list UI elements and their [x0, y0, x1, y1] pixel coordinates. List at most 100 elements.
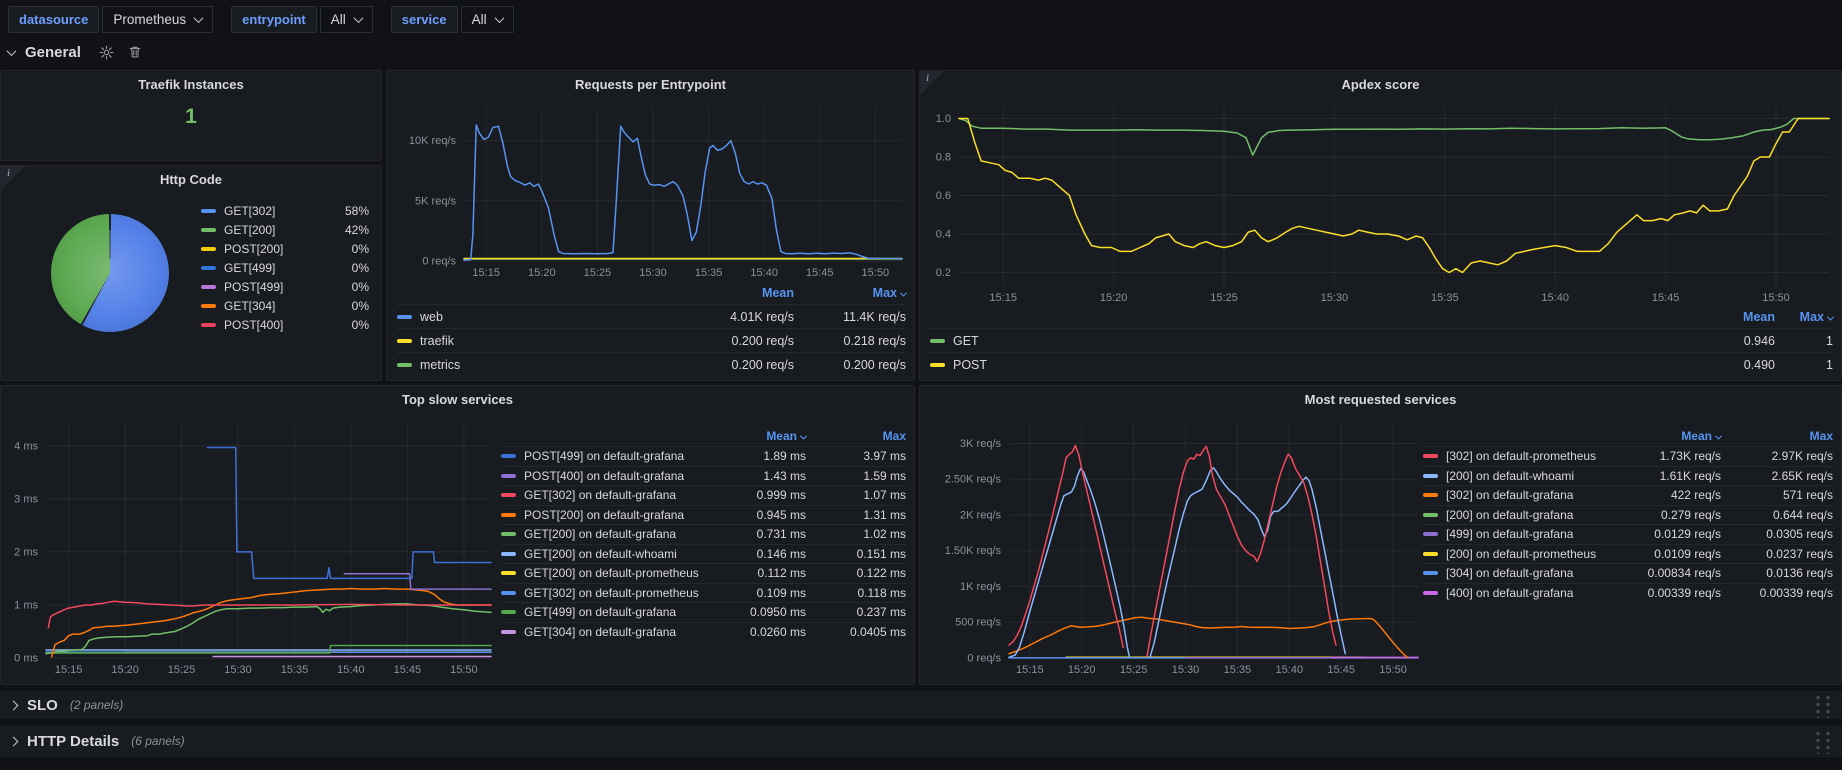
svg-text:1.50K req/s: 1.50K req/s [945, 545, 1002, 557]
legend-row[interactable]: metrics0.200 req/s0.200 req/s [397, 352, 906, 376]
legend-row[interactable]: [302] on default-grafana422 req/s571 req… [1423, 485, 1833, 505]
panel-requests-per-entrypoint: Requests per Entrypoint 0 req/s5K req/s1… [386, 70, 915, 381]
legend-row[interactable]: [200] on default-grafana0.279 req/s0.644… [1423, 505, 1833, 525]
legend-header-max[interactable]: Max [1775, 310, 1833, 324]
legend-row[interactable]: GET[302] on default-grafana0.999 ms1.07 … [501, 485, 906, 505]
panel-title[interactable]: Http Code [1, 166, 381, 192]
svg-text:15:45: 15:45 [806, 267, 834, 279]
series-color-swatch [501, 532, 516, 536]
legend-header: Mean Max [1423, 426, 1833, 446]
legend-row[interactable]: POST[400]0% [201, 315, 369, 334]
legend-header-mean[interactable]: Mean [682, 286, 794, 300]
entrypoint-select[interactable]: All [320, 6, 373, 33]
legend-series-name: GET[200] on default-prometheus [524, 566, 706, 580]
legend-row[interactable]: [200] on default-prometheus0.0109 req/s0… [1423, 544, 1833, 564]
variable-service: service All [391, 6, 514, 33]
drag-handle-icon[interactable] [1812, 692, 1832, 718]
row-http-details[interactable]: HTTP Details (6 panels) [0, 725, 1842, 757]
legend-value: 0% [331, 261, 369, 275]
svg-text:15:25: 15:25 [168, 664, 196, 676]
requests-per-entrypoint-chart[interactable]: 0 req/s5K req/s10K req/s15:1515:2015:251… [391, 99, 908, 281]
legend-header-mean[interactable]: Mean [1609, 429, 1721, 443]
legend-row[interactable]: [304] on default-grafana0.00834 req/s0.0… [1423, 563, 1833, 583]
legend-row[interactable]: GET[200] on default-grafana0.731 ms1.02 … [501, 524, 906, 544]
legend-value: 2.97K req/s [1721, 449, 1833, 463]
http-code-pie-chart[interactable] [51, 214, 169, 332]
legend-value: 0.999 ms [706, 488, 806, 502]
legend-row[interactable]: GET[200] on default-whoami0.146 ms0.151 … [501, 544, 906, 564]
series-color-swatch [501, 630, 516, 634]
legend-value: 0.00339 req/s [1721, 586, 1833, 600]
legend-row[interactable]: web4.01K req/s11.4K req/s [397, 304, 906, 328]
svg-text:1K req/s: 1K req/s [960, 581, 1001, 593]
legend-value: 3.97 ms [806, 449, 906, 463]
legend-row[interactable]: traefik0.200 req/s0.218 req/s [397, 328, 906, 352]
legend-row[interactable]: POST[499] on default-grafana1.89 ms3.97 … [501, 446, 906, 466]
legend-header-mean[interactable]: Mean [1705, 310, 1775, 324]
svg-text:15:15: 15:15 [472, 267, 500, 279]
legend-row[interactable]: POST[200]0% [201, 239, 369, 258]
legend-row[interactable]: GET[200] on default-prometheus0.112 ms0.… [501, 563, 906, 583]
legend-row[interactable]: POST[200] on default-grafana0.945 ms1.31… [501, 505, 906, 525]
panel-title[interactable]: Requests per Entrypoint [387, 71, 914, 97]
panel-title[interactable]: Most requested services [920, 386, 1841, 412]
legend-value: 0.0109 req/s [1609, 547, 1721, 561]
svg-text:15:20: 15:20 [528, 267, 556, 279]
most-requested-services-chart[interactable]: 0 req/s500 req/s1K req/s1.50K req/s2K re… [924, 414, 1424, 678]
series-color-swatch [201, 323, 216, 327]
series-color-swatch [1423, 532, 1438, 536]
legend-row[interactable]: POST[400] on default-grafana1.43 ms1.59 … [501, 466, 906, 486]
legend-row[interactable]: [499] on default-grafana0.0129 req/s0.03… [1423, 524, 1833, 544]
legend-header-max[interactable]: Max [794, 286, 906, 300]
datasource-select[interactable]: Prometheus [102, 6, 213, 33]
legend-value: 0.151 ms [806, 547, 906, 561]
panel-title[interactable]: Traefik Instances [1, 71, 381, 97]
service-select[interactable]: All [461, 6, 514, 33]
legend-row[interactable]: GET[302]58% [201, 201, 369, 220]
chevron-right-icon [9, 736, 19, 746]
apdex-chart[interactable]: 0.20.40.60.81.015:1515:2015:2515:3015:35… [924, 99, 1835, 306]
gear-icon[interactable] [99, 45, 114, 60]
legend-value: 1.59 ms [806, 469, 906, 483]
svg-text:0.4: 0.4 [936, 229, 951, 241]
legend-header-max[interactable]: Max [1721, 429, 1833, 443]
legend-row[interactable]: GET[499]0% [201, 258, 369, 277]
legend-value: 0.200 req/s [682, 334, 794, 348]
legend-value: 0% [331, 280, 369, 294]
legend-row[interactable]: [400] on default-grafana0.00339 req/s0.0… [1423, 583, 1833, 603]
legend-header-max[interactable]: Max [806, 429, 906, 443]
chevron-down-icon [494, 13, 504, 23]
legend-row[interactable]: GET[304]0% [201, 296, 369, 315]
sort-chevron-icon [1827, 314, 1834, 321]
legend-value: 1.89 ms [706, 449, 806, 463]
panel-title[interactable]: Top slow services [1, 386, 914, 412]
legend-series-name: [499] on default-grafana [1446, 527, 1609, 541]
drag-handle-icon[interactable] [1812, 728, 1832, 754]
legend-row[interactable]: GET0.9461 [930, 328, 1833, 352]
legend-row[interactable]: POST[499]0% [201, 277, 369, 296]
row-slo-title: SLO [27, 697, 58, 714]
legend-header: Mean Max [501, 426, 906, 446]
legend-rows: POST[499] on default-grafana1.89 ms3.97 … [501, 446, 906, 641]
series-color-swatch [501, 454, 516, 458]
panel-title[interactable]: Apdex score [920, 71, 1841, 97]
row-slo[interactable]: SLO (2 panels) [0, 691, 1842, 719]
legend-row[interactable]: GET[200]42% [201, 220, 369, 239]
legend-row[interactable]: [200] on default-whoami1.61K req/s2.65K … [1423, 466, 1833, 486]
top-slow-services-chart[interactable]: 0 ms1 ms2 ms3 ms4 ms15:1515:2015:2515:30… [5, 414, 497, 678]
top-slow-legend: Mean Max POST[499] on default-grafana1.8… [501, 426, 906, 641]
series-color-swatch [201, 209, 216, 213]
legend-header-mean[interactable]: Mean [706, 429, 806, 443]
series-color-swatch [501, 552, 516, 556]
legend-row[interactable]: GET[302] on default-prometheus0.109 ms0.… [501, 583, 906, 603]
variable-bar: datasource Prometheus entrypoint All ser… [0, 0, 1842, 38]
legend-row[interactable]: GET[499] on default-grafana0.0950 ms0.23… [501, 602, 906, 622]
legend-value: 0.118 ms [806, 586, 906, 600]
legend-row[interactable]: [302] on default-prometheus1.73K req/s2.… [1423, 446, 1833, 466]
row-general[interactable]: General [8, 40, 142, 64]
legend-value: 0.0405 ms [806, 625, 906, 639]
series-color-swatch [501, 513, 516, 517]
trash-icon[interactable] [128, 45, 142, 59]
legend-row[interactable]: POST0.4901 [930, 352, 1833, 376]
legend-row[interactable]: GET[304] on default-grafana0.0260 ms0.04… [501, 622, 906, 642]
